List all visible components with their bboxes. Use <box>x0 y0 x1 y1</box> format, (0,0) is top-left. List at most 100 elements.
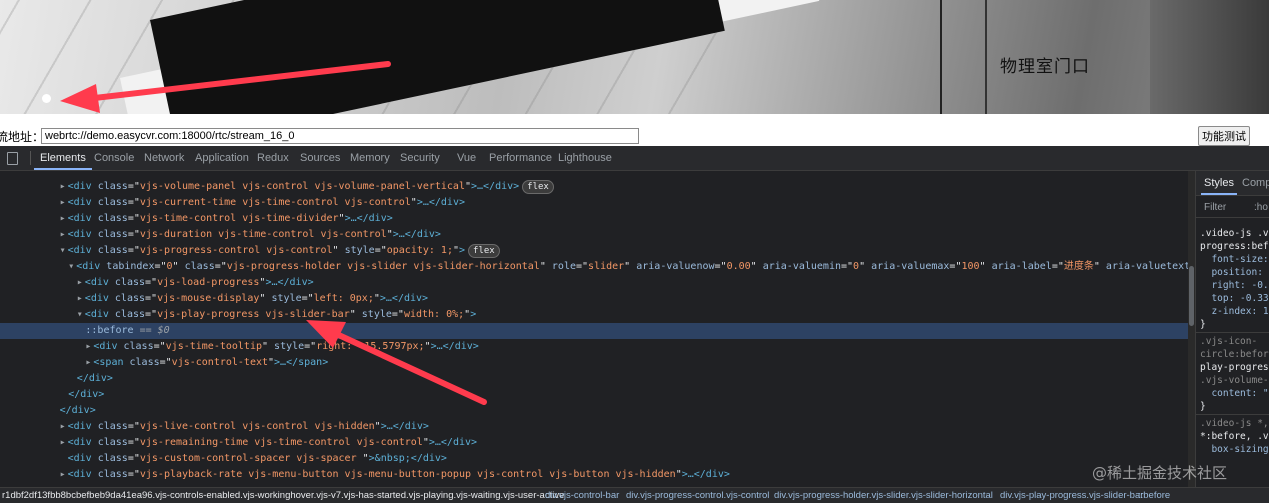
styles-rule-line: top: -0.333 <box>1200 292 1269 305</box>
breadcrumb-item[interactable]: div.vjs-progress-holder.vjs-slider.vjs-s… <box>774 490 993 501</box>
dom-open-tag: <div <box>76 261 107 272</box>
dom-tree-row[interactable]: ▸ <div class="vjs-playback-rate vjs-menu-… <box>0 467 1188 483</box>
tab-memory[interactable]: Memory <box>350 146 390 170</box>
breadcrumb-item[interactable]: div.vjs-play-progress.vjs-slider-bar <box>1000 490 1143 501</box>
dom-attr-quote: =" <box>127 469 140 480</box>
dom-tree-row[interactable]: </div> <box>0 387 1188 403</box>
dom-open-tag: <div <box>93 341 124 352</box>
collapsed-triangle-icon[interactable]: ▸ <box>60 211 68 227</box>
dom-tree-row[interactable]: ▸ <div class="vjs-duration vjs-time-contr… <box>0 227 1188 243</box>
dom-close-tag: </div> <box>59 405 96 416</box>
dom-tag-tail: >…</div> <box>430 341 479 352</box>
tab-performance[interactable]: Performance <box>489 146 552 170</box>
dom-tag-tail: >…</div> <box>344 213 393 224</box>
scrollbar-thumb[interactable] <box>1189 266 1194 326</box>
dom-attr-value: 0.00 <box>726 261 751 272</box>
dom-tree-scrollbar[interactable] <box>1188 171 1195 487</box>
progress-dot[interactable] <box>42 94 51 103</box>
collapsed-triangle-icon[interactable]: ▸ <box>60 419 68 435</box>
breadcrumb-item[interactable]: r1dbf2df13fbb8bcbefbeb9da41ea96.vjs-cont… <box>2 490 564 501</box>
dom-attr-value: 100 <box>961 261 980 272</box>
flex-badge[interactable]: flex <box>468 244 500 258</box>
dom-attr-name: class <box>97 421 128 432</box>
dom-tree-row[interactable]: ▸ <div class="vjs-current-time vjs-time-c… <box>0 195 1188 211</box>
dom-tree-row[interactable]: ▾ <div tabindex="0" class="vjs-progress-h… <box>0 259 1188 275</box>
styles-pane: Styles Compu Filter :ho .video-js .vj pro… <box>1195 171 1269 487</box>
dom-tree-row[interactable]: ▸ <div class="vjs-time-control vjs-time-d… <box>0 211 1188 227</box>
dom-tree-row[interactable]: ▸ <div class="vjs-mouse-display" style="l… <box>0 291 1188 307</box>
expanded-triangle-icon[interactable]: ▾ <box>60 243 68 259</box>
dom-tree-row[interactable]: ▾ <div class="vjs-progress-control vjs-co… <box>0 243 1188 259</box>
tab-network[interactable]: Network <box>144 146 184 170</box>
tab-security[interactable]: Security <box>400 146 440 170</box>
dom-attr-name: aria-valuemax <box>871 261 950 272</box>
tab-vue[interactable]: Vue <box>457 146 476 170</box>
dom-attr-value: vjs-mouse-display <box>157 293 260 304</box>
dom-attr-name: class <box>114 277 146 288</box>
tab-elements[interactable]: Elements <box>34 146 92 170</box>
device-toolbar-icon[interactable] <box>7 152 18 165</box>
dom-tree-row[interactable]: ▾ <div class="vjs-play-progress vjs-slide… <box>0 307 1188 323</box>
dom-tree-row[interactable]: ::before == $0 <box>0 323 1188 339</box>
flex-badge[interactable]: flex <box>522 180 554 194</box>
expanded-triangle-icon[interactable]: ▾ <box>77 307 85 323</box>
expanded-triangle-icon[interactable]: ▾ <box>68 259 76 275</box>
dom-tree-row[interactable]: ▸ <span class="vjs-control-text">…</span> <box>0 355 1188 371</box>
collapsed-triangle-icon[interactable]: ▸ <box>60 179 68 195</box>
collapsed-triangle-icon[interactable]: ▸ <box>77 275 85 291</box>
collapsed-triangle-icon[interactable]: ▸ <box>77 291 85 307</box>
tab-styles[interactable]: Styles <box>1201 177 1237 195</box>
breadcrumb-item[interactable]: ::before <box>1138 490 1170 501</box>
collapsed-triangle-icon[interactable]: ▸ <box>60 195 68 211</box>
tab-application[interactable]: Application <box>195 146 249 170</box>
dom-attr-quote: " <box>1093 261 1100 272</box>
dom-attr-name: style <box>361 309 392 320</box>
dom-tree-row[interactable]: ▸ <div class="vjs-volume-panel vjs-contro… <box>0 179 1188 195</box>
dom-attr-value: right: -15.5797px; <box>316 341 425 352</box>
tab-sources[interactable]: Sources <box>300 146 340 170</box>
collapsed-triangle-icon[interactable]: ▸ <box>60 227 68 243</box>
filter-placeholder: Filter <box>1204 202 1227 213</box>
breadcrumb-item[interactable]: div.vjs-progress-control.vjs-control <box>626 490 769 501</box>
tab-lighthouse[interactable]: Lighthouse <box>558 146 612 170</box>
dom-open-tag: <div <box>67 213 98 224</box>
dom-attr-name: aria-valuenow <box>636 261 715 272</box>
collapsed-triangle-icon[interactable] <box>60 451 68 467</box>
dom-attr-value: vjs-progress-control vjs-control <box>139 245 333 256</box>
stream-url-label: 流地址： <box>0 130 45 144</box>
breadcrumb-item[interactable]: div.vjs-control-bar <box>545 490 619 501</box>
tab-console[interactable]: Console <box>94 146 134 170</box>
dom-tree-row[interactable]: </div> <box>0 403 1188 419</box>
dom-tree-row[interactable]: ▸ <div class="vjs-load-progress">…</div> <box>0 275 1188 291</box>
dom-attr-value: slider <box>588 261 625 272</box>
dom-tree-row[interactable]: <div class="vjs-custom-control-spacer vj… <box>0 451 1188 467</box>
dom-tree-row[interactable]: ▸ <div class="vjs-remaining-time vjs-time… <box>0 435 1188 451</box>
test-button[interactable]: 功能测试 <box>1198 126 1250 146</box>
dom-attr-quote: =" <box>714 261 727 272</box>
dom-attr-name: aria-valuemin <box>762 261 841 272</box>
tab-redux[interactable]: Redux <box>257 146 289 170</box>
dom-attr-value: width: 0%; <box>403 309 465 320</box>
collapsed-triangle-icon[interactable]: ▸ <box>60 435 68 451</box>
watermark: @稀土掘金技术社区 <box>1092 464 1228 482</box>
dom-attr-quote: " <box>349 309 356 320</box>
styles-rule-line: circle:before <box>1200 349 1269 360</box>
dom-tag-tail: >…</div> <box>392 229 441 240</box>
styles-rule-line: box-sizing: <box>1200 443 1269 456</box>
dom-attr-quote: =" <box>304 341 317 352</box>
dom-tag-tail: >…</div> <box>379 293 429 304</box>
css-property: top: -0.333 <box>1200 293 1269 304</box>
dom-tree-row[interactable]: </div> <box>0 371 1188 387</box>
dom-tree-row[interactable]: ▸ <div class="vjs-time-tooltip" style="ri… <box>0 339 1188 355</box>
dom-open-tag: <div <box>67 453 98 464</box>
dom-open-tag: <div <box>67 181 98 192</box>
hover-toggle[interactable]: :ho <box>1254 202 1268 213</box>
tab-computed[interactable]: Compu <box>1242 177 1269 189</box>
stream-url-input[interactable] <box>41 128 639 144</box>
collapsed-triangle-icon[interactable]: ▸ <box>60 467 68 483</box>
dom-tree-row[interactable]: ▸ <div class="vjs-live-control vjs-contro… <box>0 419 1188 435</box>
styles-rule-line: font-size: <box>1200 253 1268 266</box>
dom-open-tag: <div <box>84 277 115 288</box>
video-player[interactable]: 物理室门口 <box>0 0 1269 114</box>
styles-filter[interactable]: Filter :ho <box>1196 197 1269 218</box>
